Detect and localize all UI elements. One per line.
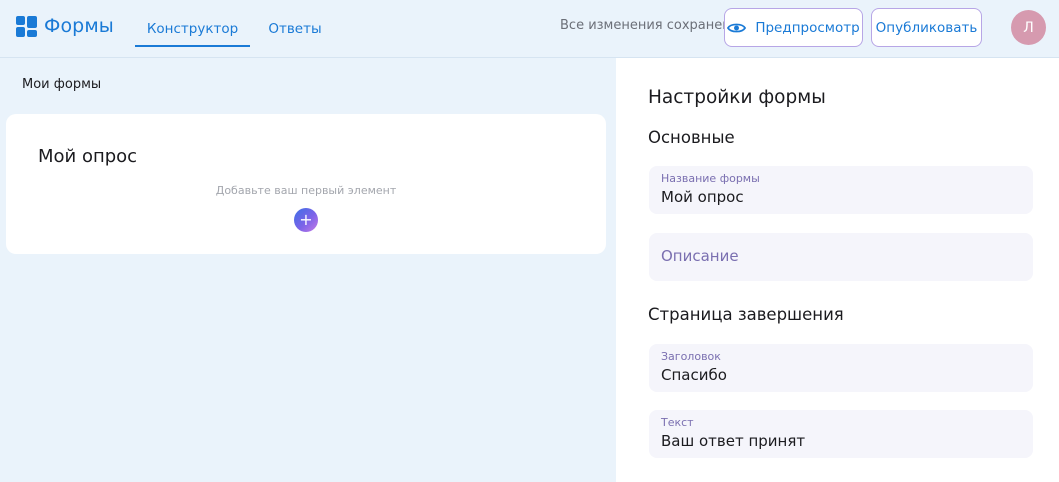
completion-section-title: Страница завершения [648,305,844,324]
completion-heading-field[interactable]: Заголовок Спасибо [649,344,1033,392]
add-element-button[interactable]: + [294,208,318,232]
eye-icon [727,23,747,32]
grid-logo-icon [16,15,37,37]
form-name-value: Мой опрос [661,188,744,206]
preview-button[interactable]: Предпросмотр [724,8,863,47]
form-title[interactable]: Мой опрос [38,146,137,167]
completion-heading-value: Спасибо [661,366,727,384]
description-placeholder: Описание [661,247,739,265]
form-settings-panel: Настройки формы Основные Название формы … [616,58,1059,482]
my-forms-title: Мои формы [22,77,102,92]
form-card: Мой опрос Добавьте ваш первый элемент + [6,114,606,254]
save-status: Все изменения сохранены [560,18,742,33]
publish-button-label: Опубликовать [875,19,978,36]
completion-text-label: Текст [661,416,694,429]
form-name-field[interactable]: Название формы Мой опрос [649,166,1033,214]
app-logo[interactable]: Формы [16,15,114,37]
completion-heading-label: Заголовок [661,350,721,363]
settings-title: Настройки формы [648,87,826,108]
completion-text-field[interactable]: Текст Ваш ответ принят [649,410,1033,458]
avatar[interactable]: Л [1011,10,1046,45]
top-bar: Формы Конструктор Ответы Все изменения с… [0,0,1059,58]
form-name-label: Название формы [661,172,760,185]
empty-form-hint: Добавьте ваш первый элемент [215,184,397,197]
preview-button-label: Предпросмотр [755,19,860,36]
tab-builder[interactable]: Конструктор [135,0,250,58]
basic-section-title: Основные [648,128,735,147]
completion-text-value: Ваш ответ принят [661,432,806,450]
publish-button[interactable]: Опубликовать [871,8,982,47]
description-field[interactable]: Описание [649,233,1033,281]
app-name: Формы [44,15,114,37]
tab-answers[interactable]: Ответы [258,0,332,58]
